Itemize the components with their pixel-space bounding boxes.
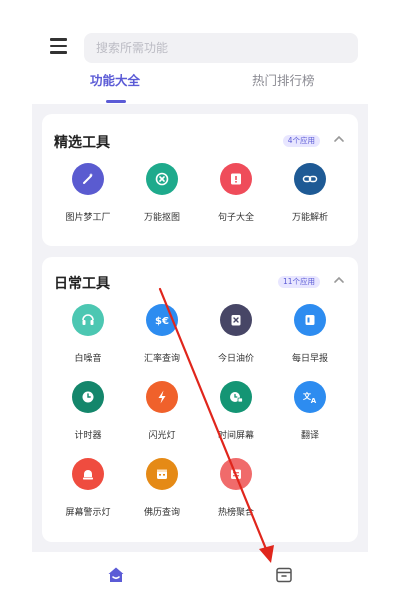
top-bar: 功能大全 热门排行榜 [0, 0, 400, 103]
menu-icon[interactable] [50, 38, 70, 56]
chevron-up-icon[interactable] [332, 273, 346, 287]
calendar-icon [146, 458, 178, 490]
app-count-badge: 11个应用 [277, 276, 320, 288]
tool-timer[interactable]: 计时器 [51, 381, 125, 441]
tab-all-functions[interactable]: 功能大全 [90, 70, 140, 89]
tool-oil-price[interactable]: 今日油价 [199, 304, 273, 364]
chevron-up-icon[interactable] [332, 132, 346, 146]
svg-text:A: A [311, 397, 317, 405]
news-icon [294, 304, 326, 336]
time-screen-icon [220, 381, 252, 413]
tool-screen-warning-light[interactable]: 屏幕警示灯 [51, 458, 125, 518]
tool-time-screen[interactable]: 时间屏幕 [199, 381, 273, 441]
section-title: 日常工具 [54, 276, 110, 292]
oil-price-icon [220, 304, 252, 336]
tool-translate[interactable]: 文A 翻译 [273, 381, 347, 441]
svg-text:$€: $€ [155, 316, 169, 327]
tool-daily-news[interactable]: 每日早报 [273, 304, 347, 364]
active-tab-indicator [106, 100, 126, 103]
translate-icon: 文A [294, 381, 326, 413]
noise-icon [72, 304, 104, 336]
archive-box-icon[interactable] [275, 566, 293, 584]
tool-flashlight[interactable]: 闪光灯 [125, 381, 199, 441]
section-featured-tools: 精选工具 4个应用 图片梦工厂 万能抠图 句子大全 万能解析 [42, 114, 358, 246]
bottom-navigation [0, 552, 400, 600]
tool-image-dream-factory[interactable]: 图片梦工厂 [51, 163, 125, 223]
section-title: 精选工具 [54, 135, 110, 151]
flash-icon [146, 381, 178, 413]
tool-universal-parser[interactable]: 万能解析 [273, 163, 347, 223]
hot-list-icon [220, 458, 252, 490]
tool-sentence-collection[interactable]: 句子大全 [199, 163, 273, 223]
currency-icon: $€ [146, 304, 178, 336]
tool-white-noise[interactable]: 白噪音 [51, 304, 125, 364]
section-daily-tools: 日常工具 11个应用 白噪音 $€ 汇率查询 今日油价 每日早报 计时器 闪光灯… [42, 257, 358, 542]
timer-icon [72, 381, 104, 413]
home-icon[interactable] [107, 566, 125, 584]
tool-buddhist-calendar[interactable]: 佛历查询 [125, 458, 199, 518]
tool-universal-cutout[interactable]: 万能抠图 [125, 163, 199, 223]
tool-hot-list-aggregation[interactable]: 热榜聚合 [199, 458, 273, 518]
search-input[interactable] [84, 33, 358, 63]
alarm-light-icon [72, 458, 104, 490]
tab-hot-ranking[interactable]: 热门排行榜 [252, 70, 315, 89]
app-count-badge: 4个应用 [282, 135, 320, 147]
quote-book-icon [220, 163, 252, 195]
magic-wand-icon [72, 163, 104, 195]
link-icon [294, 163, 326, 195]
cutout-icon [146, 163, 178, 195]
tool-exchange-rate[interactable]: $€ 汇率查询 [125, 304, 199, 364]
content-area[interactable]: 精选工具 4个应用 图片梦工厂 万能抠图 句子大全 万能解析 日常工具 11个应… [32, 104, 368, 552]
